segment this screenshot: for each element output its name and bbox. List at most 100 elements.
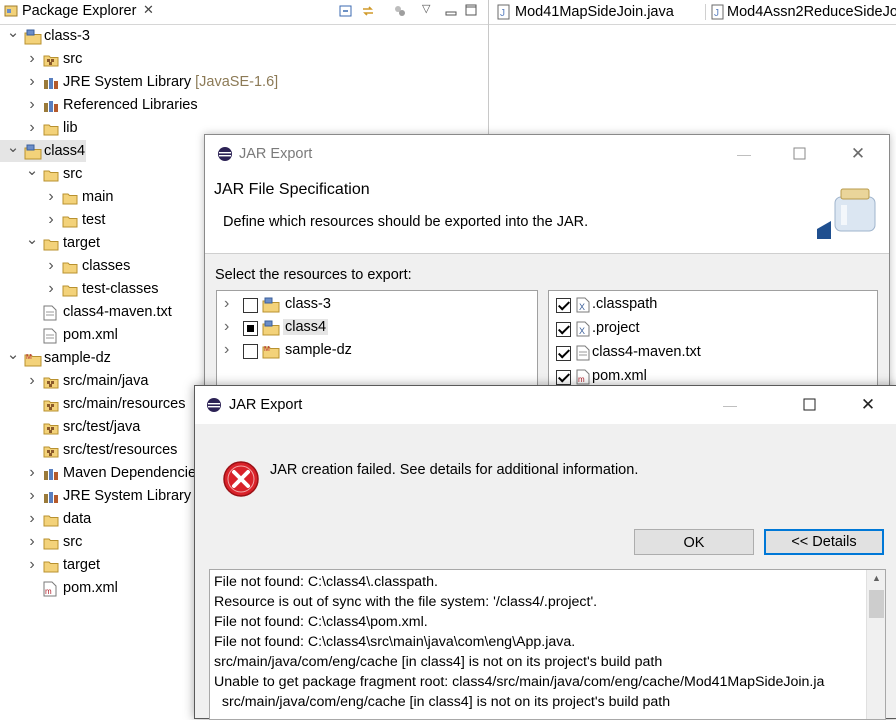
eclipse-icon [206, 397, 222, 416]
file-checkbox[interactable] [556, 346, 571, 361]
chevron-right-icon[interactable]: › [224, 341, 229, 359]
project-item[interactable]: › class-3 [217, 294, 535, 316]
file-label: pom.xml [592, 368, 647, 384]
chevron-right-icon[interactable]: › [25, 370, 39, 392]
tree-item[interactable]: › src [0, 48, 480, 70]
tree-item-label: src/main/java [63, 373, 149, 389]
error-dialog-titlebar: JAR Export — ✕ [195, 386, 896, 424]
scroll-up-icon[interactable]: ▲ [872, 573, 881, 583]
tree-item[interactable]: › JRE System Library [JavaSE-1.6] [0, 71, 480, 93]
chevron-right-icon[interactable]: › [25, 48, 39, 70]
wizard-titlebar: JAR Export — ✕ [205, 135, 889, 173]
project-item[interactable]: › class4 [217, 317, 535, 339]
chevron-right-icon[interactable]: › [25, 117, 39, 139]
tree-item-decoration: [JavaSE-1.6] [191, 74, 279, 90]
file-label: class4-maven.txt [592, 344, 701, 360]
details-list[interactable]: File not found: C:\class4\.classpath. Res… [209, 569, 886, 720]
error-icon [222, 460, 260, 501]
chevron-right-icon[interactable]: › [25, 462, 39, 484]
eclipse-icon [217, 146, 233, 165]
chevron-right-icon[interactable]: › [44, 255, 58, 277]
tree-item-label: src [63, 51, 83, 67]
tree-item-label: Maven Dependencies [63, 465, 204, 481]
chevron-down-icon[interactable]: ⌄ [25, 232, 39, 254]
details-line: File not found: C:\class4\src\main\java\… [214, 634, 576, 650]
view-menu-icon[interactable]: ▽ [422, 2, 430, 15]
chevron-down-icon[interactable]: ⌄ [6, 347, 20, 369]
file-item[interactable]: X .classpath [549, 294, 875, 316]
filter-icon[interactable] [392, 3, 408, 22]
chevron-right-icon[interactable]: › [25, 531, 39, 553]
project-item[interactable]: › Msample-dz [217, 340, 535, 362]
tree-item-label: src [63, 166, 83, 182]
chevron-right-icon[interactable]: › [25, 94, 39, 116]
tree-item-label: JRE System Library [63, 488, 192, 504]
tree-item-label: test-classes [82, 281, 159, 297]
file-checkbox[interactable] [556, 322, 571, 337]
file-checkbox[interactable] [556, 370, 571, 385]
minimize-icon[interactable]: — [729, 139, 759, 169]
chevron-right-icon[interactable]: › [224, 318, 229, 336]
chevron-right-icon[interactable]: › [44, 278, 58, 300]
maven-file-icon: m [43, 581, 57, 604]
svg-text:m: m [45, 587, 52, 596]
chevron-down-icon[interactable]: ⌄ [6, 25, 20, 47]
tab-separator [705, 4, 706, 20]
x-file-icon: X [576, 297, 590, 316]
close-icon[interactable]: ✕ [843, 139, 873, 169]
maximize-icon[interactable] [785, 139, 815, 169]
scrollbar-thumb[interactable] [869, 590, 884, 618]
collapse-all-icon[interactable] [338, 3, 354, 22]
details-button[interactable]: << Details [764, 529, 884, 555]
chevron-right-icon[interactable]: › [25, 71, 39, 93]
chevron-right-icon[interactable]: › [25, 554, 39, 576]
chevron-right-icon[interactable]: › [25, 508, 39, 530]
chevron-down-icon[interactable]: ⌄ [25, 163, 39, 185]
minimize-icon[interactable]: — [715, 390, 745, 420]
project-label: class4 [283, 319, 329, 335]
chevron-right-icon[interactable]: › [44, 186, 58, 208]
project-label: class-3 [285, 296, 331, 312]
tree-item-label: test [82, 212, 106, 228]
chevron-right-icon[interactable]: › [44, 209, 58, 231]
details-line: Resource is out of sync with the file sy… [214, 594, 598, 610]
svg-text:X: X [579, 326, 585, 336]
project-checkbox[interactable] [243, 298, 258, 313]
file-checkbox[interactable] [556, 298, 571, 313]
x-file-icon: X [576, 321, 590, 340]
tree-item-label: sample-dz [44, 350, 111, 366]
tree-item-label: classes [82, 258, 131, 274]
project-label: sample-dz [285, 342, 352, 358]
maximize-view-icon[interactable] [464, 3, 478, 20]
close-icon[interactable]: ✕ [853, 390, 883, 420]
tree-item-label: main [82, 189, 114, 205]
wizard-title: JAR Export [239, 146, 313, 162]
close-icon[interactable]: ✕ [143, 2, 154, 18]
details-scrollbar[interactable]: ▲ [866, 570, 885, 719]
file-item[interactable]: X .project [549, 318, 875, 340]
svg-text:m: m [578, 375, 585, 384]
chevron-down-icon[interactable]: ⌄ [6, 140, 20, 162]
svg-text:X: X [579, 302, 585, 312]
maximize-icon[interactable] [795, 390, 825, 420]
text-file-icon [576, 345, 590, 364]
minimize-view-icon[interactable] [444, 3, 458, 20]
tree-item[interactable]: › Referenced Libraries [0, 94, 480, 116]
tree-item-label: src/main/resources [63, 396, 186, 412]
wizard-heading: JAR File Specification [214, 181, 370, 198]
chevron-right-icon[interactable]: › [25, 485, 39, 507]
project-checkbox[interactable] [243, 321, 258, 336]
tree-item-label: class4 [44, 143, 86, 159]
tree-item[interactable]: ⌄ class4 [0, 140, 86, 162]
ok-button[interactable]: OK [634, 529, 754, 555]
tree-item[interactable]: ⌄ class-3 [0, 25, 480, 47]
project-icon [262, 297, 280, 316]
link-with-editor-icon[interactable] [360, 3, 376, 22]
package-explorer-tab-label[interactable]: Package Explorer [22, 3, 136, 19]
error-dialog-title: JAR Export [229, 397, 303, 413]
file-item[interactable]: class4-maven.txt [549, 342, 875, 364]
project-checkbox[interactable] [243, 344, 258, 359]
chevron-right-icon[interactable]: › [224, 295, 229, 313]
tree-item-label: lib [63, 120, 78, 136]
editor-tab-label: Mod4Assn2ReduceSideJo [727, 4, 896, 20]
